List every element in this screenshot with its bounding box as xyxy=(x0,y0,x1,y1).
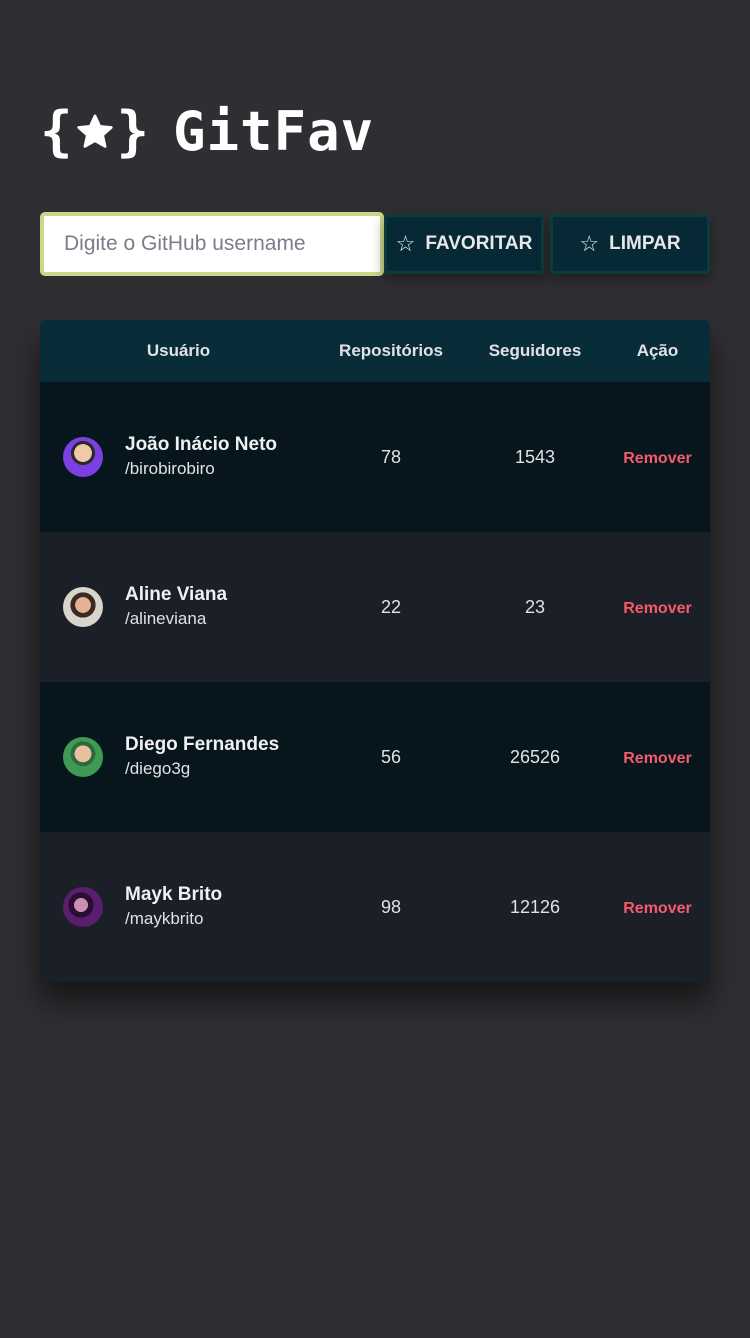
user-cell: Diego Fernandes /diego3g xyxy=(41,733,316,781)
app-header: { } GitFav xyxy=(40,100,374,163)
avatar[interactable] xyxy=(63,437,103,477)
logo-brace-close: } xyxy=(116,99,150,163)
avatar[interactable] xyxy=(63,737,103,777)
avatar[interactable] xyxy=(63,587,103,627)
star-outline-icon: ☆ xyxy=(395,231,416,256)
search-bar: ☆ FAVORITAR ☆ LIMPAR xyxy=(40,212,710,276)
clear-button[interactable]: ☆ LIMPAR xyxy=(550,214,710,274)
favorite-button[interactable]: ☆ FAVORITAR xyxy=(384,214,544,274)
followers-count: 26526 xyxy=(509,746,561,767)
table-row: João Inácio Neto /birobirobiro 78 1543 R… xyxy=(40,382,710,532)
user-login[interactable]: /diego3g xyxy=(125,757,279,781)
avatar[interactable] xyxy=(63,887,103,927)
user-cell: Aline Viana /alineviana xyxy=(41,583,316,631)
repos-count: 78 xyxy=(380,446,402,467)
table-row: Mayk Brito /maykbrito 98 12126 Remover xyxy=(40,832,710,982)
user-login[interactable]: /alineviana xyxy=(125,607,227,631)
followers-count: 12126 xyxy=(509,896,561,917)
repos-count: 56 xyxy=(380,746,402,767)
user-cell: Mayk Brito /maykbrito xyxy=(41,883,316,931)
table-row: Diego Fernandes /diego3g 56 26526 Remove… xyxy=(40,682,710,832)
user-login[interactable]: /maykbrito xyxy=(125,907,222,931)
remove-button[interactable]: Remover xyxy=(623,750,691,767)
repos-count: 22 xyxy=(380,596,402,617)
user-name: João Inácio Neto xyxy=(125,434,278,455)
user-name: Aline Viana xyxy=(125,584,228,605)
gitfav-logo: { } GitFav xyxy=(40,100,374,163)
favorites-table: Usuário Repositórios Seguidores Ação Joã… xyxy=(40,320,710,982)
logo-brace-open: { xyxy=(40,99,73,163)
app-title: GitFav xyxy=(173,100,375,163)
favorite-button-label: FAVORITAR xyxy=(425,233,533,254)
username-search-input[interactable] xyxy=(40,212,384,276)
remove-button[interactable]: Remover xyxy=(623,450,691,467)
header-user: Usuário xyxy=(146,341,211,360)
star-icon xyxy=(76,114,113,148)
favorites-table-container: Usuário Repositórios Seguidores Ação Joã… xyxy=(40,320,710,982)
repos-count: 98 xyxy=(380,896,402,917)
table-row: Aline Viana /alineviana 22 23 Remover xyxy=(40,532,710,682)
header-repos: Repositórios xyxy=(339,341,443,360)
header-followers: Seguidores xyxy=(488,341,582,360)
remove-button[interactable]: Remover xyxy=(623,600,691,617)
star-outline-icon: ☆ xyxy=(579,231,600,256)
user-name: Diego Fernandes xyxy=(125,734,280,755)
followers-count: 1543 xyxy=(514,446,556,467)
user-name: Mayk Brito xyxy=(125,884,223,905)
remove-button[interactable]: Remover xyxy=(623,900,691,917)
clear-button-label: LIMPAR xyxy=(609,233,681,254)
header-action: Ação xyxy=(636,341,679,360)
table-header-row: Usuário Repositórios Seguidores Ação xyxy=(40,320,710,382)
followers-count: 23 xyxy=(524,596,546,617)
user-login[interactable]: /birobirobiro xyxy=(125,457,277,481)
user-cell: João Inácio Neto /birobirobiro xyxy=(41,433,316,481)
